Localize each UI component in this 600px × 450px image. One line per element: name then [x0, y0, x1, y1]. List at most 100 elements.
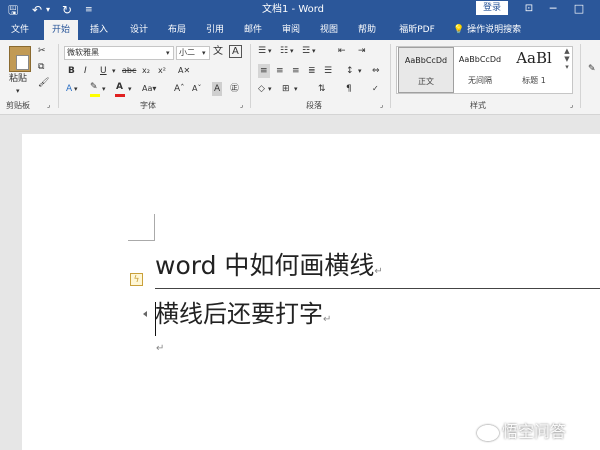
text-effects-dropdown-icon[interactable]: ▾ — [74, 82, 78, 96]
styles-launcher-icon[interactable]: ⌟ — [570, 98, 573, 112]
borders-dropdown-icon[interactable]: ▾ — [294, 82, 298, 96]
line-spacing-icon[interactable]: ↕ — [346, 64, 354, 78]
font-name-dropdown-icon[interactable]: ▾ — [166, 46, 170, 60]
title-bar: 🖫 ↶ ▾ ↻ ≡ 文档1 - Word 登录 ⊡ ─ □ — [0, 0, 600, 20]
underline-icon[interactable]: U — [100, 64, 107, 78]
align-center-icon[interactable]: ≡ — [276, 64, 284, 78]
paragraph-collapse-icon[interactable] — [143, 311, 147, 317]
undo-dropdown-icon[interactable]: ▾ — [46, 2, 50, 18]
copy-icon[interactable]: ⧉ — [38, 60, 44, 74]
sort-icon[interactable]: ⇅ — [318, 82, 326, 96]
divider — [390, 44, 391, 108]
superscript-icon[interactable]: x² — [158, 64, 166, 78]
numbering-icon[interactable]: ☷ — [280, 44, 288, 58]
more-styles-icon[interactable]: ▾ — [562, 63, 572, 71]
undo-icon[interactable]: ↶ — [32, 2, 42, 18]
asian-typography-icon[interactable]: ✓ — [372, 82, 379, 96]
tab-foxit-pdf[interactable]: 福昕PDF — [392, 20, 442, 40]
customize-qat-icon[interactable]: ≡ — [85, 2, 93, 18]
group-label-clipboard: 剪贴板 — [6, 101, 30, 110]
paste-dropdown-icon[interactable]: ▾ — [16, 84, 20, 98]
multilevel-list-icon[interactable]: ☲ — [302, 44, 310, 58]
italic-icon[interactable]: I — [84, 64, 87, 78]
lightbulb-icon: 💡 — [453, 25, 465, 35]
bullets-icon[interactable]: ☰ — [258, 44, 266, 58]
highlight-icon[interactable]: ✎ — [90, 80, 98, 94]
redo-icon[interactable]: ↻ — [62, 2, 72, 18]
distributed-icon[interactable]: ☰ — [324, 64, 332, 78]
font-color-icon[interactable]: A — [116, 80, 123, 94]
strikethrough-icon[interactable]: abc — [122, 64, 136, 78]
numbering-dropdown-icon[interactable]: ▾ — [290, 44, 294, 58]
shading-icon[interactable]: ◇ — [258, 82, 265, 96]
styles-scroll[interactable]: ▲ ▼ ▾ — [562, 46, 573, 94]
tab-review[interactable]: 审阅 — [276, 20, 306, 40]
font-color-dropdown-icon[interactable]: ▾ — [128, 82, 132, 96]
tab-file[interactable]: 文件 — [6, 20, 34, 40]
clipboard-launcher-icon[interactable]: ⌟ — [47, 98, 50, 112]
autocorrect-options-icon[interactable]: ϟ — [130, 273, 143, 286]
maximize-icon[interactable]: □ — [568, 1, 590, 17]
tab-mailings[interactable]: 邮件 — [238, 20, 268, 40]
font-size-dropdown-icon[interactable]: ▾ — [202, 46, 206, 60]
clear-formatting-icon[interactable]: A✕ — [178, 64, 190, 78]
chinese-layout-icon[interactable]: ⇔ — [372, 64, 380, 78]
shrink-font-icon[interactable]: Aˇ — [192, 82, 201, 96]
subscript-icon[interactable]: x₂ — [142, 64, 150, 78]
tell-me-search[interactable]: 💡 操作说明搜索 — [453, 20, 521, 40]
tab-home[interactable]: 开始 — [44, 20, 78, 40]
text-cursor — [155, 302, 156, 336]
font-name-select[interactable]: 微软雅黑 — [64, 46, 174, 60]
save-icon[interactable]: 🖫 — [8, 2, 18, 18]
style-heading-1[interactable]: AaBl 标题 1 — [507, 47, 561, 91]
document-body-line[interactable]: 横线后还要打字↵ — [155, 298, 331, 336]
align-left-icon[interactable]: ≡ — [258, 64, 270, 78]
char-shading-icon[interactable]: A — [212, 82, 223, 96]
increase-indent-icon[interactable]: ⇥ — [358, 44, 366, 58]
tab-insert[interactable]: 插入 — [84, 20, 114, 40]
borders-icon[interactable]: ⊞ — [282, 82, 290, 96]
font-launcher-icon[interactable]: ⌟ — [240, 98, 243, 112]
chevron-down-icon[interactable]: ▼ — [562, 55, 572, 63]
login-button[interactable]: 登录 — [476, 1, 508, 15]
paragraph-launcher-icon[interactable]: ⌟ — [380, 98, 383, 112]
grow-font-icon[interactable]: Aˆ — [174, 82, 185, 96]
tab-layout[interactable]: 布局 — [162, 20, 192, 40]
style-normal[interactable]: AaBbCcDd 正文 — [398, 47, 454, 93]
align-right-icon[interactable]: ≡ — [292, 64, 300, 78]
cut-icon[interactable]: ✂ — [38, 44, 46, 58]
bullets-dropdown-icon[interactable]: ▾ — [268, 44, 272, 58]
enclose-char-icon[interactable]: ㊣ — [230, 82, 239, 96]
show-marks-icon[interactable]: ¶ — [346, 82, 352, 96]
style-no-spacing[interactable]: AaBbCcDd 无间隔 — [453, 47, 507, 91]
paragraph-mark: ↵ — [156, 343, 165, 354]
paste-icon[interactable] — [9, 46, 31, 72]
line-spacing-dropdown-icon[interactable]: ▾ — [358, 64, 362, 78]
ribbon-tabs: 文件 开始 插入 设计 布局 引用 邮件 审阅 视图 帮助 福昕PDF 💡 操作… — [0, 20, 600, 40]
paragraph-mark: ↵ — [323, 314, 332, 325]
tab-design[interactable]: 设计 — [124, 20, 154, 40]
chevron-up-icon[interactable]: ▲ — [562, 47, 572, 55]
shading-dropdown-icon[interactable]: ▾ — [268, 82, 272, 96]
format-painter-icon[interactable]: 🖌 — [38, 76, 49, 90]
document-page[interactable] — [22, 134, 600, 450]
change-case-icon[interactable]: Aa▾ — [142, 82, 156, 96]
wen-phonetic-button[interactable]: 文 — [213, 45, 223, 59]
paragraph-mark: ↵ — [374, 266, 383, 277]
tab-help[interactable]: 帮助 — [352, 20, 382, 40]
ribbon-display-icon[interactable]: ⊡ — [518, 1, 540, 17]
margin-mark — [128, 240, 155, 241]
document-heading[interactable]: word 中如何画横线↵ — [155, 250, 383, 288]
editing-icon[interactable]: ✎ — [588, 62, 596, 76]
underline-dropdown-icon[interactable]: ▾ — [112, 64, 116, 78]
char-border-button[interactable]: A — [229, 45, 242, 58]
highlight-dropdown-icon[interactable]: ▾ — [102, 82, 106, 96]
bold-icon[interactable]: B — [68, 64, 75, 78]
justify-icon[interactable]: ≣ — [308, 64, 316, 78]
tab-view[interactable]: 视图 — [314, 20, 344, 40]
minimize-icon[interactable]: ─ — [542, 1, 564, 17]
multilevel-dropdown-icon[interactable]: ▾ — [312, 44, 316, 58]
tab-references[interactable]: 引用 — [200, 20, 230, 40]
decrease-indent-icon[interactable]: ⇤ — [338, 44, 346, 58]
text-effects-icon[interactable]: A — [66, 82, 72, 96]
